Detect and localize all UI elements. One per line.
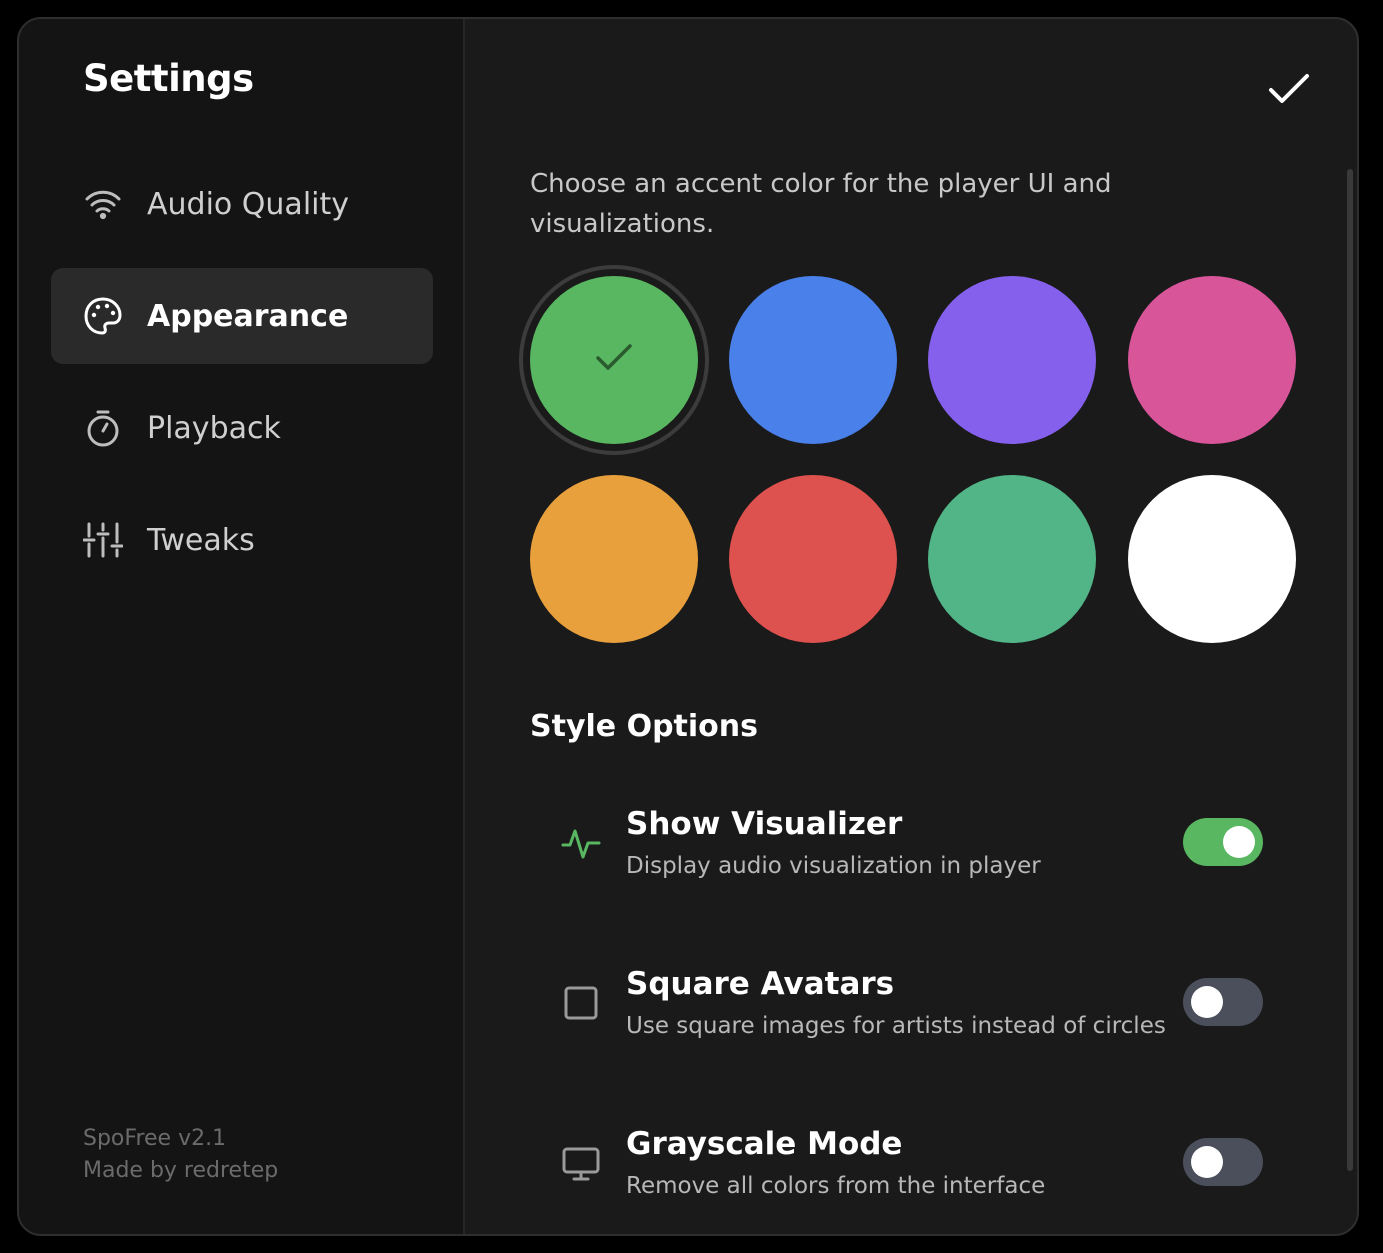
sidebar-item-audio-quality[interactable]: Audio Quality bbox=[51, 156, 433, 252]
wifi-icon bbox=[83, 184, 123, 224]
option-subtitle: Display audio visualization in player bbox=[626, 853, 1041, 879]
sidebar-item-playback[interactable]: Playback bbox=[51, 380, 433, 476]
sidebar-item-label: Appearance bbox=[147, 298, 349, 334]
color-swatch-green[interactable] bbox=[530, 276, 698, 444]
checkmark-icon bbox=[594, 342, 634, 378]
accent-color-description: Choose an accent color for the player UI… bbox=[530, 169, 1112, 239]
sidebar-item-label: Tweaks bbox=[147, 522, 255, 558]
sidebar-footer: SpoFree v2.1 Made by redretep bbox=[83, 1123, 278, 1187]
app-version: SpoFree v2.1 bbox=[83, 1126, 227, 1151]
color-swatch-red[interactable] bbox=[729, 475, 897, 643]
square-icon bbox=[559, 981, 603, 1025]
color-swatch-purple[interactable] bbox=[928, 276, 1096, 444]
sidebar-item-appearance[interactable]: Appearance bbox=[51, 268, 433, 364]
toggle-knob bbox=[1223, 826, 1255, 858]
toggle-knob bbox=[1191, 1146, 1223, 1178]
section-title-style-options: Style Options bbox=[530, 709, 759, 744]
sidebar-item-tweaks[interactable]: Tweaks bbox=[51, 492, 433, 588]
sidebar-item-label: Audio Quality bbox=[147, 186, 350, 222]
checkmark-icon bbox=[1267, 72, 1311, 110]
toggle-square-avatars[interactable] bbox=[1183, 978, 1263, 1026]
option-title-square-avatars: Square Avatars bbox=[626, 966, 895, 1002]
option-subtitle: Use square images for artists instead of… bbox=[626, 1013, 1166, 1039]
settings-window: Settings Audio Quality Appearance Playba… bbox=[17, 17, 1359, 1236]
timer-icon bbox=[83, 408, 123, 448]
palette-icon bbox=[83, 296, 123, 336]
option-title-show-visualizer: Show Visualizer bbox=[626, 806, 903, 842]
scrollbar[interactable] bbox=[1347, 169, 1353, 1171]
monitor-icon bbox=[559, 1141, 603, 1185]
confirm-button[interactable] bbox=[1263, 71, 1315, 111]
toggle-show-visualizer[interactable] bbox=[1183, 818, 1263, 866]
activity-icon bbox=[559, 821, 603, 865]
sidebar-item-label: Playback bbox=[147, 410, 281, 446]
option-subtitle: Remove all colors from the interface bbox=[626, 1173, 1046, 1199]
sidebar: Settings Audio Quality Appearance Playba… bbox=[19, 19, 465, 1234]
sidebar-title: Settings bbox=[83, 57, 254, 100]
color-swatch-blue[interactable] bbox=[729, 276, 897, 444]
option-title-grayscale-mode: Grayscale Mode bbox=[626, 1126, 903, 1162]
color-swatch-teal[interactable] bbox=[928, 475, 1096, 643]
color-swatch-pink[interactable] bbox=[1128, 276, 1296, 444]
app-credit: Made by redretep bbox=[83, 1158, 279, 1183]
sliders-icon bbox=[83, 520, 123, 560]
color-swatch-white[interactable] bbox=[1128, 475, 1296, 643]
color-swatch-orange[interactable] bbox=[530, 475, 698, 643]
toggle-knob bbox=[1191, 986, 1223, 1018]
toggle-grayscale-mode[interactable] bbox=[1183, 1138, 1263, 1186]
